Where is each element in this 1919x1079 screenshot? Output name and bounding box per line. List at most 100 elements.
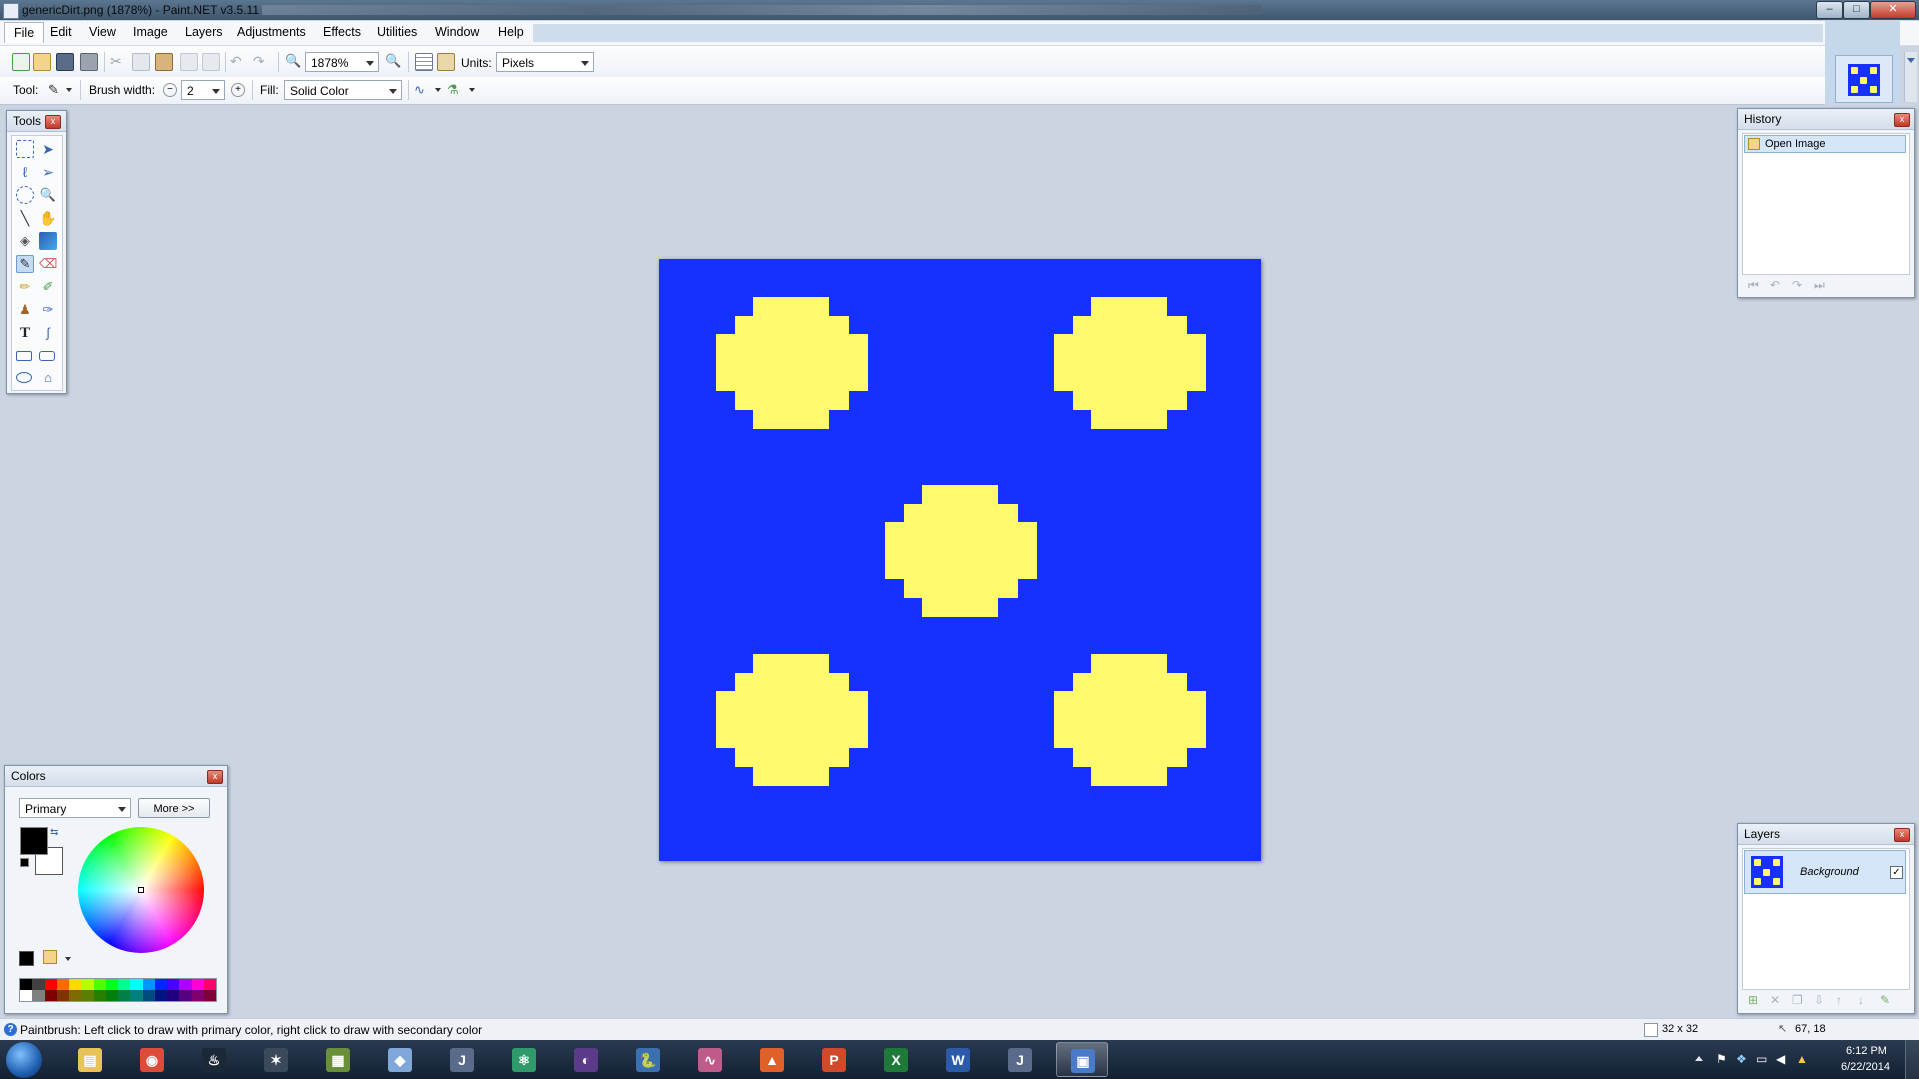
ellipse-tool-icon[interactable] [16,372,32,383]
layer-row[interactable]: Background ✓ [1744,850,1906,894]
brush-width-combo[interactable]: 2 [181,80,225,100]
taskbar-app-intellij[interactable]: J [436,1042,488,1077]
more-colors-button[interactable]: More >> [138,798,210,818]
palette-swatch[interactable] [142,979,155,990]
taskbar-app-3d-app[interactable]: ◆ [374,1042,426,1077]
print-icon[interactable] [80,53,98,71]
image-canvas[interactable] [659,259,1261,861]
save-icon[interactable] [56,53,74,71]
duplicate-layer-icon[interactable]: ❐ [1792,993,1803,1007]
zoom-in-icon[interactable]: 🔍 [385,53,401,69]
pencil-tool-icon[interactable]: ✏ [16,278,34,296]
line-curve-tool-icon[interactable]: ∫ [39,324,57,342]
taskbar-app-atom[interactable]: ⚛ [498,1042,550,1077]
palette-swatch[interactable] [130,979,143,990]
minimize-button[interactable]: – [1816,1,1843,19]
history-last-icon[interactable]: ⏭ [1814,278,1825,293]
chevron-down-icon[interactable] [66,88,72,92]
close-button[interactable]: ✕ [1870,1,1916,19]
palette-swatch[interactable] [56,979,69,990]
color-wheel-cursor[interactable] [138,887,144,893]
menu-file[interactable]: File [4,22,45,43]
alpha-blending-icon[interactable]: ⚗ [447,82,463,98]
menu-effects[interactable]: Effects [323,25,361,39]
google-drive-icon[interactable]: ▲ [1796,1052,1808,1066]
taskbar-app-chrome[interactable]: ◉ [126,1042,178,1077]
history-close-icon[interactable]: x [1894,113,1910,127]
palette-swatch[interactable] [179,990,192,1001]
add-to-palette-swatch[interactable] [19,951,34,966]
palette-swatch[interactable] [130,990,143,1001]
menu-edit[interactable]: Edit [50,25,72,39]
chevron-down-icon[interactable] [469,88,475,92]
recolor-tool-icon[interactable]: ✑ [39,301,57,319]
taskbar-app-word[interactable]: W [932,1042,984,1077]
layer-properties-icon[interactable]: ✎ [1880,993,1890,1007]
start-button[interactable] [6,1042,42,1078]
palette-swatch[interactable] [154,990,167,1001]
crop-to-selection-icon[interactable] [180,53,198,71]
history-undo-icon[interactable]: ↶ [1770,278,1780,292]
fill-combo[interactable]: Solid Color [284,80,402,100]
redo-icon[interactable]: ↷ [253,53,269,69]
decrease-width-icon[interactable]: − [163,83,177,97]
palette-swatch[interactable] [167,990,180,1001]
units-combo[interactable]: Pixels [496,52,594,72]
palette-swatch[interactable] [20,990,33,1001]
layer-visibility-checkbox[interactable]: ✓ [1890,866,1903,879]
palette-swatch[interactable] [203,990,216,1001]
add-layer-icon[interactable]: ⊞ [1748,993,1758,1007]
swap-colors-icon[interactable]: ⇆ [50,827,58,838]
palette-swatch[interactable] [93,990,106,1001]
palette-swatch[interactable] [191,990,204,1001]
palette-swatch[interactable] [118,990,131,1001]
move-selected-pixels-icon[interactable]: ➤ [39,140,57,158]
image-thumbnail[interactable] [1848,64,1880,96]
reset-colors-icon[interactable] [20,858,29,867]
increase-width-icon[interactable]: + [231,83,245,97]
palette-swatch[interactable] [20,979,33,990]
paint-bucket-icon[interactable]: ◈ [16,232,34,250]
palette-swatch[interactable] [105,979,118,990]
move-layer-down-icon[interactable]: ↓ [1858,993,1864,1007]
taskbar-app-excel[interactable]: X [870,1042,922,1077]
magic-wand-icon[interactable]: ╲ [16,209,34,227]
action-center-icon[interactable]: ⚑ [1716,1052,1727,1066]
menu-layers[interactable]: Layers [185,25,223,39]
taskbar-app-file-explorer[interactable]: ▤ [64,1042,116,1077]
primary-color-swatch[interactable] [20,827,48,855]
zoom-combo[interactable]: 1878% [305,52,379,72]
network-icon[interactable]: ▭ [1756,1052,1767,1066]
rounded-rectangle-tool-icon[interactable] [39,351,55,361]
layers-close-icon[interactable]: x [1894,828,1910,842]
menu-adjustments[interactable]: Adjustments [237,25,306,39]
taskbar-app-steam[interactable]: ♨ [188,1042,240,1077]
history-redo-icon[interactable]: ↷ [1792,278,1802,292]
pixel-grid-icon[interactable] [415,53,433,71]
palette-swatch[interactable] [93,979,106,990]
show-hidden-icons-icon[interactable] [1695,1056,1703,1061]
tab-strip-scroll[interactable] [1904,52,1917,102]
color-picker-icon[interactable]: ✐ [39,278,57,296]
move-selection-icon[interactable]: ➢ [39,163,57,181]
menu-help[interactable]: Help [498,25,524,39]
menu-window[interactable]: Window [435,25,479,39]
tools-close-icon[interactable]: x [45,115,61,129]
chevron-down-icon[interactable] [65,957,71,961]
color-palette[interactable] [19,978,217,1002]
palette-swatch[interactable] [203,979,216,990]
eraser-tool-icon[interactable]: ⌫ [39,255,57,273]
chevron-down-icon[interactable] [435,88,441,92]
palette-swatch[interactable] [105,990,118,1001]
taskbar-app-minecraft[interactable]: ▦ [312,1042,364,1077]
palette-swatch[interactable] [44,979,57,990]
taskbar-app-python[interactable]: 🐍 [622,1042,674,1077]
freeform-shape-tool-icon[interactable]: ⌂ [39,369,57,387]
maximize-button[interactable]: □ [1843,1,1870,19]
zoom-tool-icon[interactable]: 🔍 [39,186,57,204]
palette-swatch[interactable] [69,990,82,1001]
menu-utilities[interactable]: Utilities [377,25,417,39]
color-wheel[interactable] [78,827,204,953]
palette-menu-icon[interactable] [43,950,57,964]
paintnet-app-icon[interactable] [3,3,19,19]
